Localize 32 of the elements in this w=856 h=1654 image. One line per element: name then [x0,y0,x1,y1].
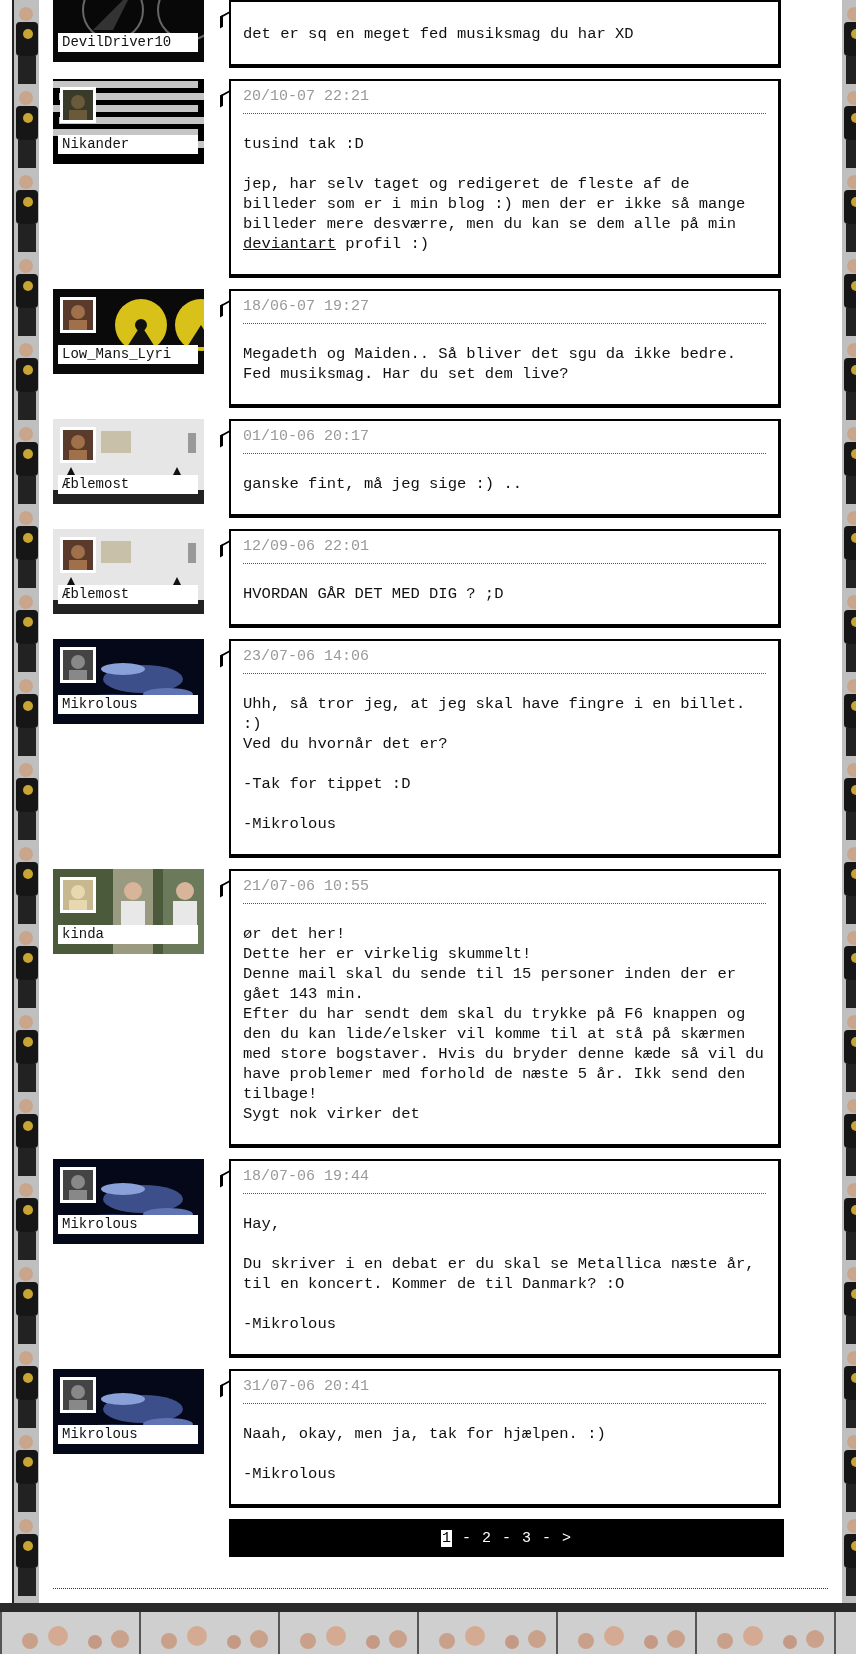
comment-text: det er sq en meget fed musiksmag du har XD [243,24,635,44]
profile-link[interactable]: deviantart [243,235,336,253]
page-link[interactable]: 1 [440,1529,452,1547]
comment-text: tusind tak :D [243,134,365,154]
username-link[interactable]: DevilDriver10 [58,33,198,52]
comment-timestamp: 23/07-06 14:06 [243,647,766,674]
comment-text: Megadeth og Maiden.. Så bliver det sgu da ikke bedre. Fed musiksmag. Har du set dem live? [243,344,737,384]
comment-text: Uhh, så tror jeg, at jeg skal have fingre i en billet. :) Ved du hvornår det er? [243,694,747,754]
comment-timestamp: 18/06-07 19:27 [243,297,766,324]
comment-timestamp: 18/07-06 19:44 [243,1167,766,1194]
comment-text: ør det her! Dette her er virkelig skummelt! Denne mail skal du sende til 15 personer inden der er gået 143 min. Efter du har sendt dem skal du trykke på F6 knappen og den du kan lide/elsker vil komme til at stå på skærmen med store bogstaver. Hvis du bryder denne kæde så vil du have problemer med forhold de næste 5 år. Ikk send den tilbage! Sygt nok virker det [243,924,765,1124]
comment-text: ganske fint, må jeg sige :) .. [243,474,524,494]
next-page-link[interactable]: > [561,1529,573,1547]
page-separator: - [502,1529,511,1547]
comment-text: -Mikrolous [243,1464,337,1484]
comment-text: -Tak for tippet :D [243,774,412,794]
comment-text: Naah, okay, men ja, tak for hjælpen. :) [243,1424,607,1444]
page-separator: - [542,1529,552,1547]
comment-timestamp: 01/10-06 20:17 [243,427,766,454]
comment-timestamp: 31/07-06 20:41 [243,1377,766,1404]
comment-timestamp: 12/09-06 22:01 [243,537,766,564]
comment-text: Du skriver i en debat er du skal se Metallica næste år, til en koncert. Kommer de til Danmark? :O [243,1254,756,1294]
comment-text: -Mikrolous [243,814,337,834]
page-link[interactable]: 2 [480,1529,492,1547]
page-separator: - [461,1529,471,1547]
comment-text: -Mikrolous [243,1314,337,1334]
comment-text: jep, har selv taget og redigeret de fleste af de billeder som er i min blog :) men der er ikke så mange billeder mere desværre, men du kan se dem alle på min deviantart profil :) [243,174,747,254]
comment-text: Hay, [243,1214,282,1234]
comment-timestamp: 21/07-06 10:55 [243,877,766,904]
comment-text: HVORDAN GÅR DET MED DIG ? ;D [243,584,505,604]
comment-timestamp: 20/10-07 22:21 [243,87,766,114]
page-link[interactable]: 3 [521,1529,532,1547]
